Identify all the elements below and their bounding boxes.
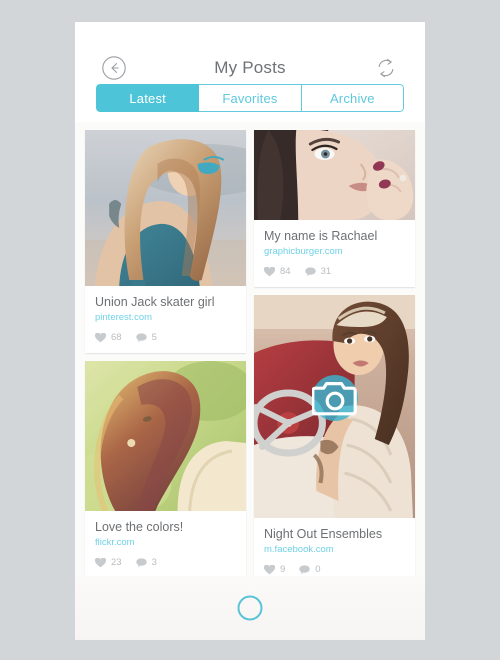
app-header: My Posts xyxy=(75,22,425,84)
phone-frame: My Posts Latest Favorites Archive Union … xyxy=(75,22,425,640)
refresh-sync-icon xyxy=(378,58,394,78)
post-card[interactable]: Union Jack skater girl pinterest.com 68 … xyxy=(85,130,246,353)
post-stats: 84 31 xyxy=(264,266,405,277)
post-source[interactable]: graphicburger.com xyxy=(264,246,405,257)
comment-stat[interactable]: 5 xyxy=(135,332,157,343)
like-count: 84 xyxy=(280,266,291,277)
tab-favorites[interactable]: Favorites xyxy=(199,84,302,112)
heart-icon xyxy=(264,266,275,276)
post-meta: Night Out Ensembles m.facebook.com 9 0 xyxy=(254,518,415,585)
tab-archive-label: Archive xyxy=(329,90,375,106)
post-stats: 68 5 xyxy=(95,332,236,343)
comment-bubble-icon xyxy=(299,564,310,574)
comment-stat[interactable]: 31 xyxy=(304,266,332,277)
comment-stat[interactable]: 0 xyxy=(299,564,321,575)
tab-archive[interactable]: Archive xyxy=(301,84,404,112)
refresh-button[interactable] xyxy=(373,55,399,81)
comment-bubble-icon xyxy=(135,332,147,342)
post-source[interactable]: flickr.com xyxy=(95,537,236,548)
post-card[interactable]: Night Out Ensembles m.facebook.com 9 0 xyxy=(254,295,415,585)
heart-icon xyxy=(95,557,106,567)
post-image[interactable] xyxy=(85,130,246,286)
post-stats: 9 0 xyxy=(264,564,405,575)
post-title: My name is Rachael xyxy=(264,229,378,243)
comment-count: 5 xyxy=(151,332,157,343)
tab-bar: Latest Favorites Archive xyxy=(96,84,404,112)
masonry-columns: Union Jack skater girl pinterest.com 68 … xyxy=(75,130,425,585)
add-photo-fab[interactable] xyxy=(311,374,358,421)
comment-count: 0 xyxy=(315,564,321,575)
comment-count: 3 xyxy=(151,557,157,568)
post-image[interactable] xyxy=(254,295,415,518)
like-stat[interactable]: 84 xyxy=(264,266,291,277)
photo-love-colors-icon xyxy=(85,361,246,511)
like-stat[interactable]: 23 xyxy=(95,557,122,568)
tab-bar-container: Latest Favorites Archive xyxy=(75,84,425,122)
post-source[interactable]: pinterest.com xyxy=(95,312,236,323)
heart-icon xyxy=(264,564,275,574)
feed-column-right: My name is Rachael graphicburger.com 84 … xyxy=(254,130,415,585)
like-count: 68 xyxy=(111,332,122,343)
comment-bubble-icon xyxy=(304,266,316,276)
like-count: 9 xyxy=(280,564,286,575)
post-image[interactable] xyxy=(254,130,415,220)
post-meta: Union Jack skater girl pinterest.com 68 … xyxy=(85,286,246,353)
comment-bubble-icon xyxy=(135,557,147,567)
tab-latest[interactable]: Latest xyxy=(96,84,200,112)
like-count: 23 xyxy=(111,557,122,568)
post-card[interactable]: My name is Rachael graphicburger.com 84 … xyxy=(254,130,415,287)
post-title: Night Out Ensembles xyxy=(264,527,383,541)
tab-favorites-label: Favorites xyxy=(222,90,278,106)
posts-feed: Union Jack skater girl pinterest.com 68 … xyxy=(75,122,425,614)
post-stats: 23 3 xyxy=(95,557,236,568)
camera-icon xyxy=(311,381,357,415)
home-button[interactable] xyxy=(237,595,263,621)
comment-stat[interactable]: 3 xyxy=(135,557,157,568)
post-card[interactable]: Love the colors! flickr.com 23 3 xyxy=(85,361,246,578)
post-image[interactable] xyxy=(85,361,246,511)
photo-rachael-icon xyxy=(254,130,415,220)
bottom-bar xyxy=(75,576,425,640)
like-stat[interactable]: 9 xyxy=(264,564,285,575)
post-source[interactable]: m.facebook.com xyxy=(264,544,405,555)
comment-count: 31 xyxy=(320,266,332,277)
heart-icon xyxy=(95,332,106,342)
photo-skater-girl-icon xyxy=(85,130,246,286)
post-meta: My name is Rachael graphicburger.com 84 … xyxy=(254,220,415,287)
tab-latest-label: Latest xyxy=(129,90,166,106)
feed-column-left: Union Jack skater girl pinterest.com 68 … xyxy=(85,130,246,578)
post-meta: Love the colors! flickr.com 23 3 xyxy=(85,511,246,578)
post-title: Love the colors! xyxy=(95,520,184,534)
post-title: Union Jack skater girl xyxy=(95,295,215,309)
like-stat[interactable]: 68 xyxy=(95,332,122,343)
